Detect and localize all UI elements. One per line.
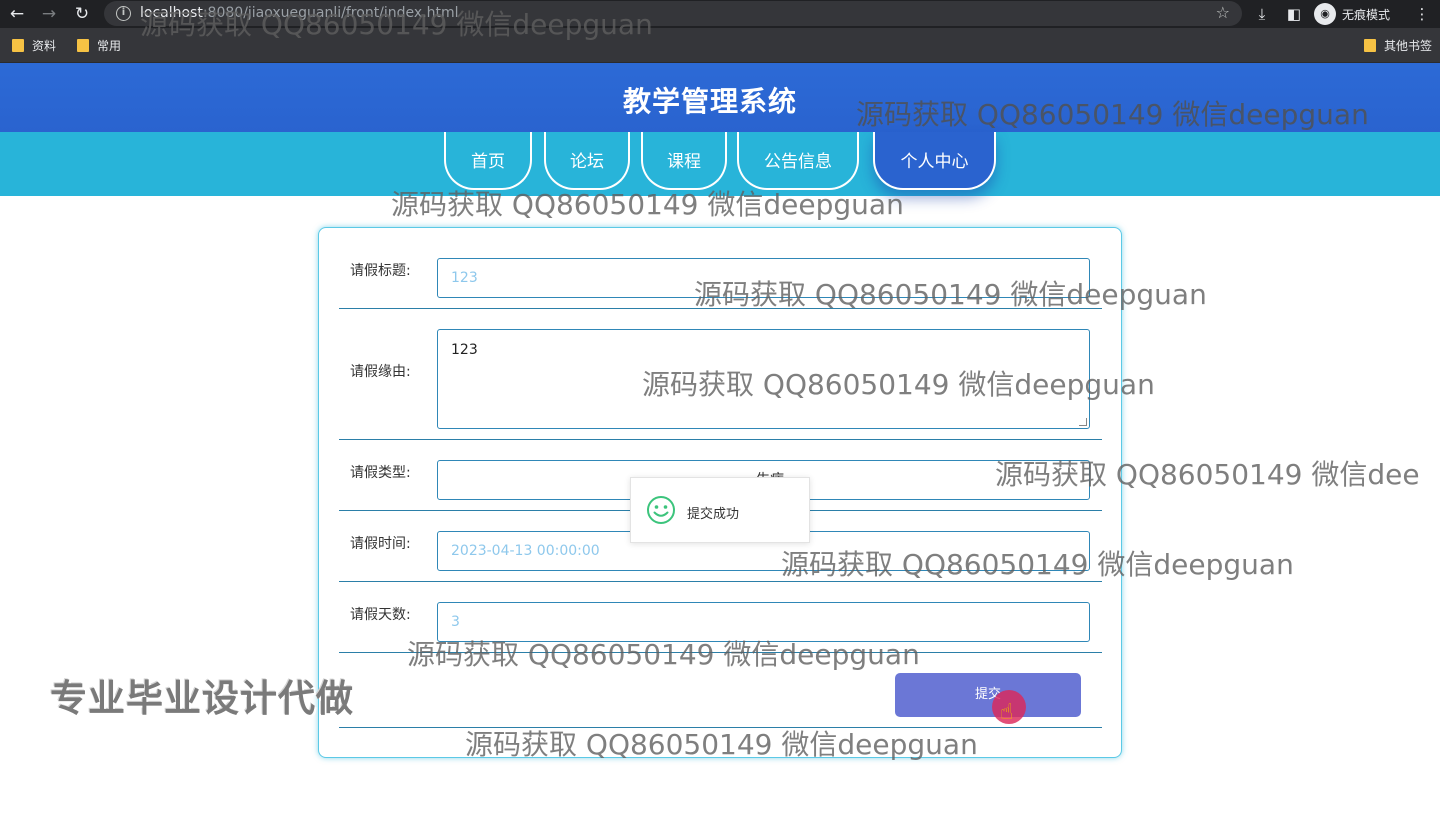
- days-label: 请假天数:: [350, 607, 411, 623]
- address-bar[interactable]: i localhost:8080/jiaoxueguanli/front/ind…: [104, 1, 1242, 26]
- site-info-icon[interactable]: i: [116, 6, 131, 21]
- reason-textarea[interactable]: 123: [437, 329, 1090, 429]
- bookmark-label: 常用: [97, 39, 122, 53]
- row-divider: [339, 439, 1102, 440]
- menu-icon[interactable]: ⋮: [1411, 3, 1433, 25]
- incognito-label: 无痕模式: [1342, 7, 1391, 22]
- row-divider: [339, 727, 1102, 728]
- smile-icon: [647, 496, 675, 524]
- back-icon[interactable]: ←: [6, 3, 28, 25]
- bookmark-folder-ziliao[interactable]: 资料: [12, 37, 56, 54]
- toast-message: 提交成功: [687, 507, 740, 522]
- address-url[interactable]: localhost:8080/jiaoxueguanli/front/index…: [140, 5, 459, 21]
- side-panel-icon[interactable]: ◧: [1283, 3, 1305, 25]
- resize-grip-icon[interactable]: [1079, 418, 1087, 426]
- bookmark-star-icon[interactable]: ☆: [1216, 3, 1230, 22]
- nav-courses[interactable]: 课程: [641, 132, 727, 190]
- nav-announcements[interactable]: 公告信息: [737, 132, 859, 190]
- title-input[interactable]: 123: [437, 258, 1090, 298]
- folder-icon: [12, 39, 24, 52]
- bookmark-label: 其他书签: [1384, 39, 1433, 53]
- forward-icon[interactable]: →: [38, 3, 60, 25]
- bookmark-folder-other[interactable]: 其他书签: [1364, 37, 1432, 54]
- row-divider: [339, 308, 1102, 309]
- hand-cursor-icon: ☝: [1000, 700, 1014, 725]
- submit-button[interactable]: 提交: [895, 673, 1081, 717]
- nav-home[interactable]: 首页: [444, 132, 532, 190]
- main-nav: 首页 论坛 课程 公告信息 个人中心: [0, 132, 1440, 196]
- folder-icon: [77, 39, 89, 52]
- success-toast: 提交成功: [630, 477, 810, 543]
- promo-text: 专业毕业设计代做: [50, 677, 354, 720]
- reload-icon[interactable]: ↻: [71, 3, 93, 25]
- time-label: 请假时间:: [350, 536, 411, 552]
- incognito-indicator[interactable]: ◉ 无痕模式: [1314, 2, 1390, 26]
- bookmarks-bar: 资料 常用 其他书签: [0, 28, 1440, 63]
- reason-text: 123: [451, 342, 478, 358]
- nav-personal-center[interactable]: 个人中心: [873, 132, 996, 190]
- bookmark-folder-changyong[interactable]: 常用: [77, 37, 121, 54]
- title-label: 请假标题:: [350, 263, 411, 279]
- incognito-icon: ◉: [1314, 3, 1336, 25]
- days-input[interactable]: 3: [437, 602, 1090, 642]
- folder-icon: [1364, 39, 1376, 52]
- site-title: 教学管理系统: [622, 85, 797, 118]
- bookmark-label: 资料: [32, 39, 57, 53]
- type-label: 请假类型:: [350, 465, 411, 481]
- download-icon[interactable]: ⤓: [1251, 3, 1273, 25]
- nav-forum[interactable]: 论坛: [544, 132, 630, 190]
- reason-label: 请假缘由:: [350, 364, 411, 380]
- browser-toolbar: ← → ↻ i localhost:8080/jiaoxueguanli/fro…: [0, 0, 1440, 28]
- row-divider: [339, 652, 1102, 653]
- site-header: 教学管理系统: [0, 63, 1440, 132]
- row-divider: [339, 581, 1102, 582]
